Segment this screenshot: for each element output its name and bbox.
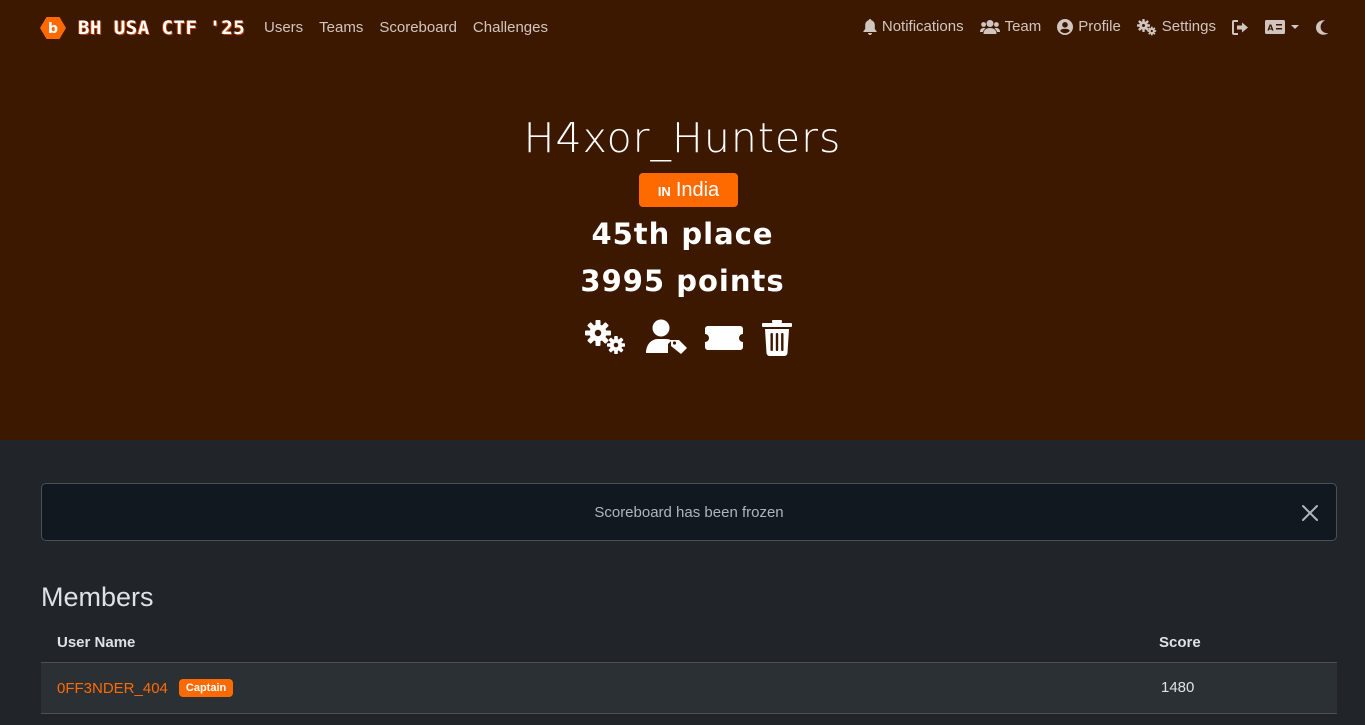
- country-name: India: [675, 178, 720, 201]
- theme-toggle[interactable]: [1315, 19, 1329, 35]
- chevron-down-icon: [1291, 25, 1299, 29]
- main-nav: Users Teams Scoreboard Challenges: [264, 18, 564, 38]
- close-icon[interactable]: [1300, 503, 1320, 523]
- bell-icon: [863, 19, 877, 35]
- nav-scoreboard[interactable]: Scoreboard: [379, 18, 457, 38]
- user-nav: Notifications Team Profile Settings A: [847, 17, 1329, 37]
- nav-challenges[interactable]: Challenges: [473, 18, 548, 38]
- nav-profile[interactable]: Profile: [1057, 17, 1121, 37]
- column-user-name: User Name: [57, 634, 136, 651]
- top-navbar: b BH USA CTF '25 Users Teams Scoreboard …: [0, 0, 1365, 56]
- alert-message: Scoreboard has been frozen: [594, 504, 784, 521]
- scoreboard-frozen-alert: Scoreboard has been frozen: [41, 483, 1337, 541]
- member-score: 1480: [1161, 679, 1195, 696]
- nav-settings[interactable]: Settings: [1136, 17, 1216, 37]
- gears-icon: [1136, 18, 1156, 35]
- table-row: 0FF3NDER_404 Captain 1480: [41, 663, 1337, 714]
- svg-text:A: A: [1267, 24, 1274, 33]
- user-circle-icon: [1057, 19, 1074, 35]
- nav-settings-label: Settings: [1161, 18, 1216, 35]
- nav-team[interactable]: Team: [979, 17, 1042, 37]
- team-name: H4xor_Hunters: [523, 114, 842, 162]
- language-icon: A: [1265, 20, 1285, 34]
- moon-icon: [1316, 19, 1329, 35]
- brand-logo-icon: b: [40, 17, 66, 39]
- nav-teams[interactable]: Teams: [319, 18, 363, 38]
- nav-team-label: Team: [1004, 18, 1042, 35]
- team-points: 3995 points: [580, 264, 785, 298]
- captain-badge: Captain: [178, 679, 234, 697]
- members-table: User Name Score 0FF3NDER_404 Captain 148…: [41, 626, 1337, 714]
- country-flag-code: IN: [657, 184, 671, 199]
- users-icon: [979, 20, 1000, 34]
- team-settings-gears-icon[interactable]: [585, 320, 627, 356]
- column-score: Score: [1159, 634, 1201, 651]
- member-name-cell: 0FF3NDER_404 Captain: [57, 679, 234, 697]
- nav-users[interactable]: Users: [264, 18, 303, 38]
- language-dropdown[interactable]: A: [1265, 20, 1299, 34]
- choose-captain-user-tag-icon[interactable]: [646, 319, 688, 355]
- team-place: 45th place: [591, 217, 774, 251]
- country-badge: IN India: [639, 173, 738, 207]
- nav-notifications[interactable]: Notifications: [863, 17, 964, 37]
- brand-title: BH USA CTF '25: [78, 17, 246, 39]
- brand-link[interactable]: b BH USA CTF '25: [40, 16, 245, 40]
- svg-text:b: b: [48, 21, 58, 37]
- invite-ticket-icon[interactable]: [705, 324, 743, 352]
- members-heading: Members: [41, 582, 154, 612]
- nav-profile-label: Profile: [1078, 18, 1121, 35]
- team-header: H4xor_Hunters IN India 45th place 3995 p…: [0, 56, 1365, 440]
- nav-logout[interactable]: [1232, 19, 1249, 35]
- members-table-header: User Name Score: [41, 626, 1337, 663]
- nav-notifications-label: Notifications: [881, 18, 964, 35]
- member-name-link[interactable]: 0FF3NDER_404: [57, 680, 168, 697]
- disband-trash-icon[interactable]: [762, 320, 792, 356]
- sign-out-icon: [1232, 19, 1248, 35]
